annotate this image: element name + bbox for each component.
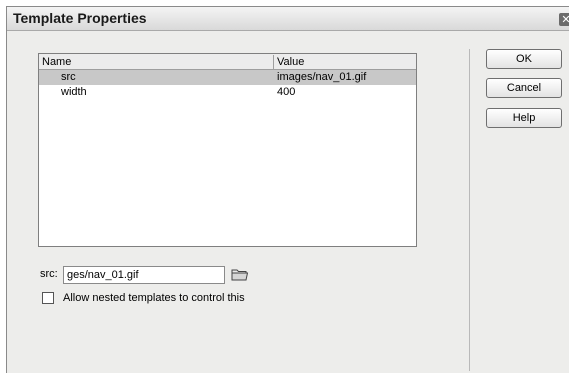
dialog-title: Template Properties	[13, 10, 147, 26]
help-button[interactable]: Help	[486, 108, 562, 128]
close-icon[interactable]: ✕	[559, 13, 569, 26]
divider	[469, 49, 470, 371]
allow-nested-label: Allow nested templates to control this	[63, 292, 245, 304]
title-bar[interactable]: Template Properties ✕	[7, 7, 569, 31]
table-row[interactable]: src images/nav_01.gif	[39, 70, 416, 85]
allow-nested-checkbox[interactable]	[42, 292, 54, 304]
src-input[interactable]: ges/nav_01.gif	[63, 266, 225, 284]
column-header-name[interactable]: Name	[39, 55, 274, 69]
ok-button[interactable]: OK	[486, 49, 562, 69]
template-properties-dialog: Template Properties ✕ Name Value src ima…	[6, 6, 569, 373]
folder-icon[interactable]	[231, 267, 249, 282]
row-value-cell: 400	[277, 86, 296, 98]
column-header-value[interactable]: Value	[274, 55, 416, 69]
src-field-label: src:	[40, 268, 58, 280]
row-name-cell: src	[61, 71, 76, 83]
table-header: Name Value	[39, 54, 416, 70]
properties-table: Name Value src images/nav_01.gif width 4…	[38, 53, 417, 247]
cancel-button[interactable]: Cancel	[486, 78, 562, 98]
row-value-cell: images/nav_01.gif	[277, 71, 367, 83]
row-name-cell: width	[61, 86, 87, 98]
table-row[interactable]: width 400	[39, 85, 416, 100]
